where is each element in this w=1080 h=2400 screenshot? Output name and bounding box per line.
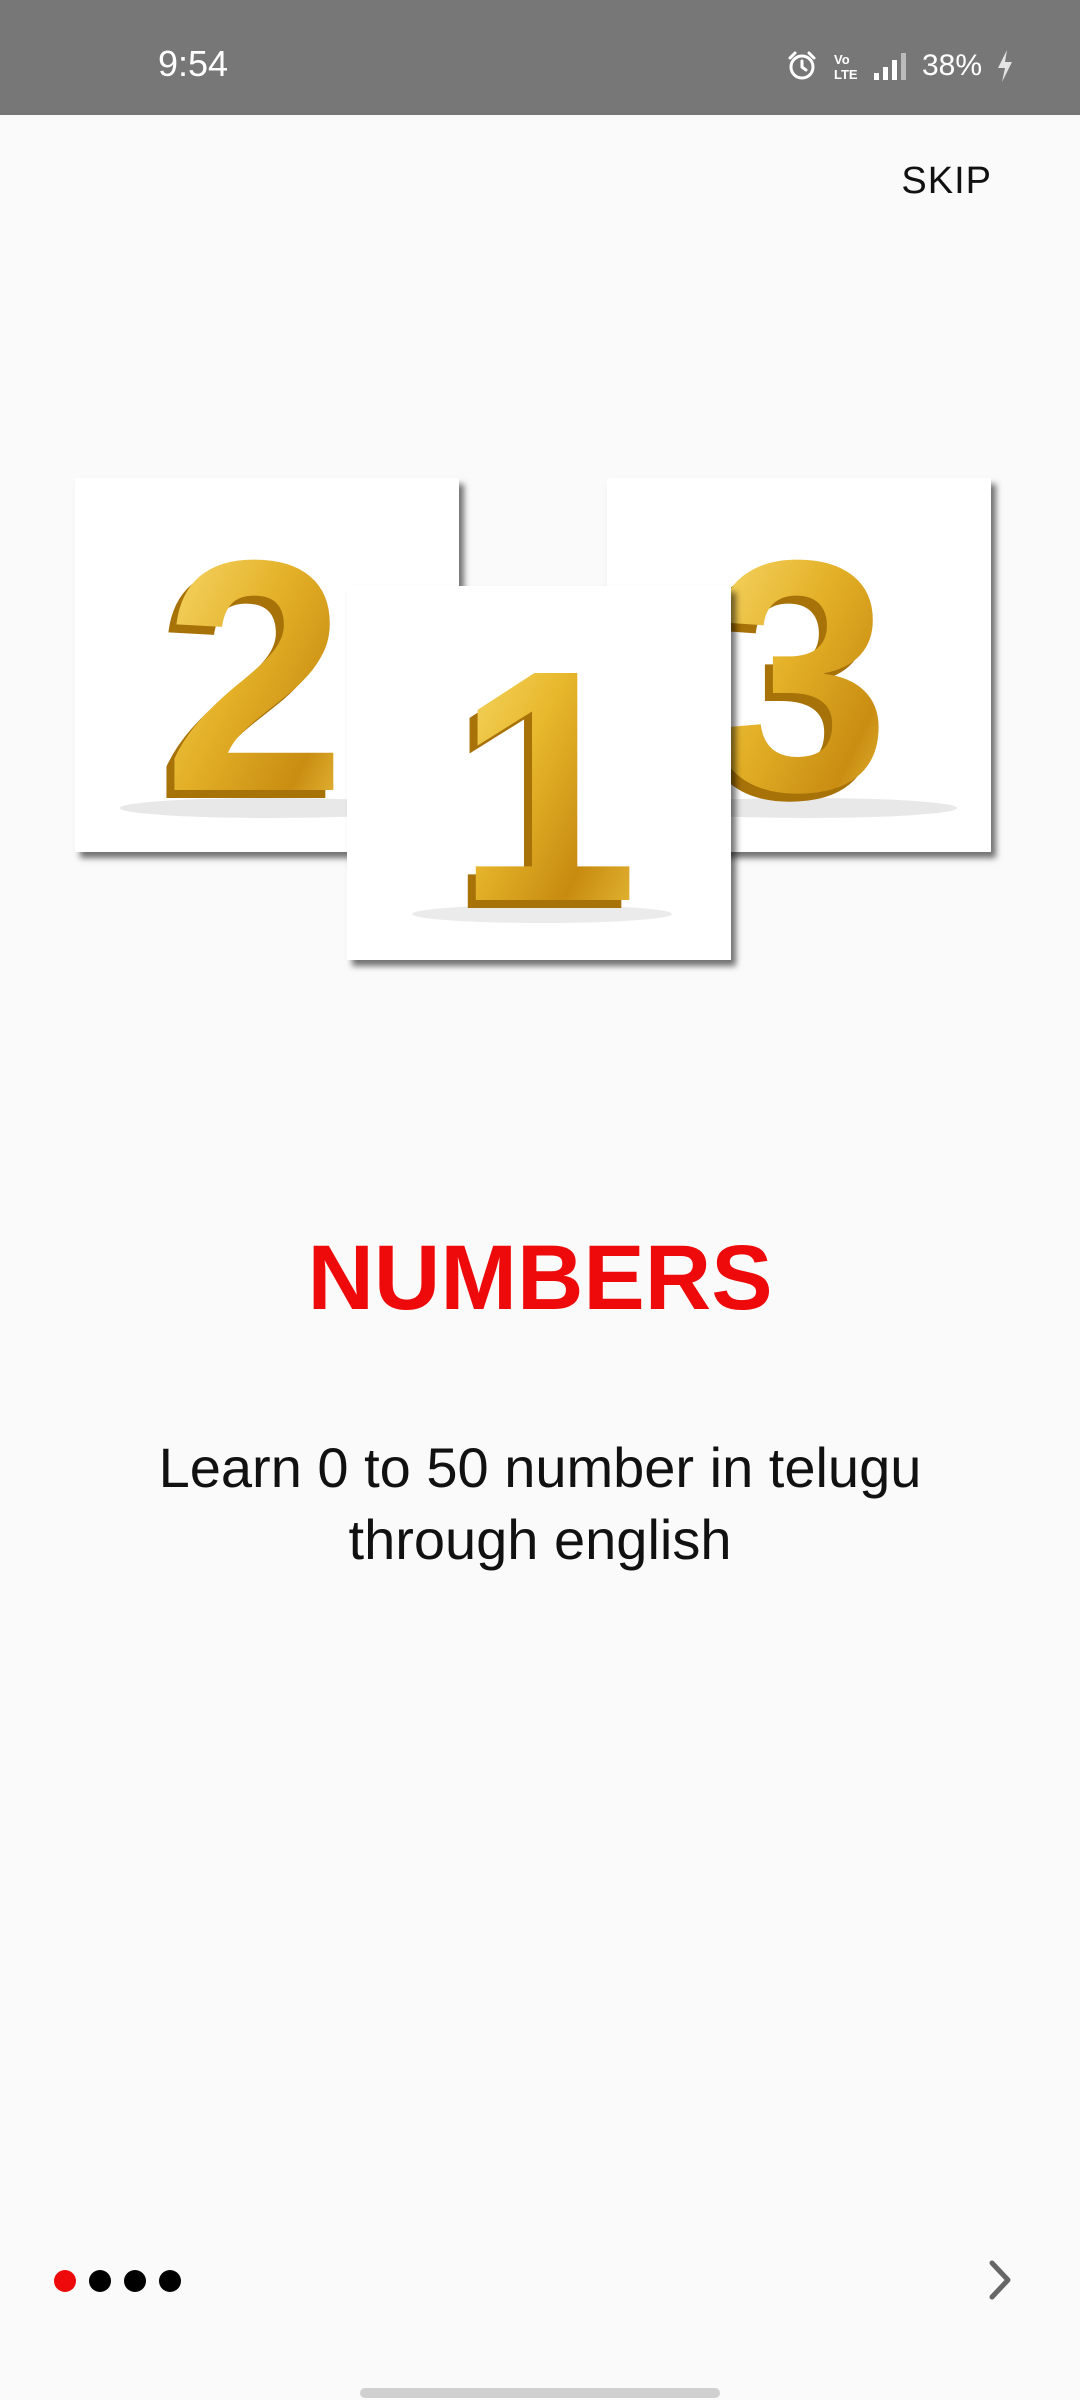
chevron-right-icon xyxy=(989,2260,1011,2300)
gesture-nav-handle[interactable] xyxy=(360,2388,720,2398)
volte-icon: Vo LTE xyxy=(832,50,858,82)
alarm-icon xyxy=(786,50,818,82)
svg-text:2: 2 xyxy=(163,491,347,852)
battery-charging-icon xyxy=(996,49,1014,83)
next-button[interactable] xyxy=(975,2255,1025,2305)
svg-text:1: 1 xyxy=(455,601,639,960)
page-dot-1-active xyxy=(54,2270,76,2292)
hero-illustration: 2 2 3 3 1 1 xyxy=(0,470,1080,970)
status-icons: Vo LTE 38% xyxy=(786,46,1014,86)
page-title: NUMBERS xyxy=(307,1227,773,1329)
number-card-1: 1 1 xyxy=(347,586,731,960)
page-dot-4 xyxy=(159,2270,181,2292)
page-dot-2 xyxy=(89,2270,111,2292)
page-indicator xyxy=(54,2270,181,2292)
page-dot-3 xyxy=(124,2270,146,2292)
status-bar: 9:54 Vo LTE 38% xyxy=(0,0,1080,115)
battery-level: 38% xyxy=(921,49,982,82)
svg-text:Vo: Vo xyxy=(834,52,850,67)
signal-icon xyxy=(872,51,908,81)
svg-text:LTE: LTE xyxy=(834,67,858,82)
svg-text:3: 3 xyxy=(707,491,891,852)
golden-digit-1-image: 1 1 xyxy=(412,601,672,960)
skip-button[interactable]: SKIP xyxy=(901,160,992,203)
onboarding-screen: 9:54 Vo LTE 38% SKIP 2 2 3 3 1 1 NUMBERS… xyxy=(0,0,1080,2400)
page-description: Learn 0 to 50 number in telugu through e… xyxy=(158,1436,922,1571)
status-time: 9:54 xyxy=(158,43,229,84)
